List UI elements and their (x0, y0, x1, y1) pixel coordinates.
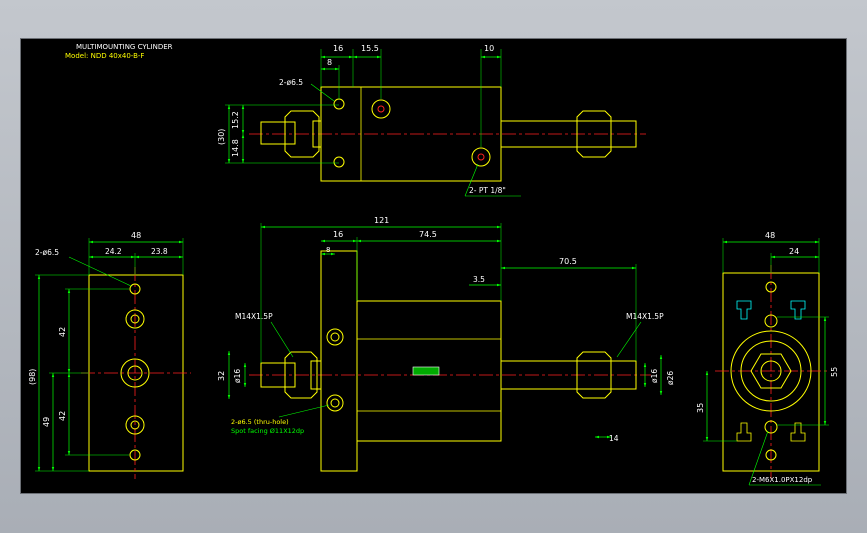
right-dim-55-text: 55 (830, 367, 839, 377)
top-port-label: 2- PT 1/8" (469, 186, 506, 195)
top-dim-8-text: 8 (327, 58, 332, 67)
front-hole-note: 2-ø6.5 (thru-hole) (231, 418, 289, 426)
top-hole-label: 2-ø6.5 (279, 78, 303, 87)
right-slot-bl (736, 422, 752, 442)
right-slot-tr (790, 300, 806, 320)
front-mount-hole-2 (326, 394, 344, 412)
top-dim-16-text: 16 (333, 44, 343, 53)
top-dim-14-8-text: 14.8 (231, 139, 240, 157)
left-view: 48 24.2 23.8 2-ø6.5 (98) 42 42 49 (28, 231, 191, 479)
front-dim-70-5-text: 70.5 (559, 257, 577, 266)
top-dim-15-5-text: 15.5 (361, 44, 379, 53)
front-dim-74-5-text: 74.5 (419, 230, 437, 239)
top-port-2 (471, 147, 491, 167)
front-thread-right: M14X1.5P (626, 312, 664, 321)
top-mount-hole-2 (333, 156, 345, 168)
front-thread-left-leader (270, 321, 294, 358)
left-dim-98-text: (98) (28, 369, 37, 385)
front-mount-hole-1-inner (330, 332, 340, 342)
left-dim-48-text: 48 (131, 231, 141, 240)
front-dim-32-text: 32 (217, 371, 226, 381)
front-mount-hole-1 (326, 328, 344, 346)
front-dim-d16-right-text: ø16 (650, 369, 659, 383)
top-rod-left (260, 121, 296, 145)
right-view: 48 24 55 35 2-M6X1.0PX12dp (696, 231, 839, 486)
front-view: 121 16 74.5 8 70.5 3.5 M14X1.5P M14X1.5P… (217, 216, 675, 472)
front-mount-hole-2-inner (330, 398, 340, 408)
right-dim-24-text: 24 (789, 247, 799, 256)
left-dim-24-2-text: 24.2 (105, 247, 122, 256)
front-dim-14-text: 14 (609, 434, 619, 443)
front-dim-121-text: 121 (374, 216, 389, 225)
front-dim-8-text: 8 (326, 246, 330, 254)
right-dim-48-text: 48 (765, 231, 775, 240)
front-label-plate (412, 366, 440, 376)
front-dim-3-5-text: 3.5 (473, 275, 485, 284)
right-tap-label: 2-M6X1.0PX12dp (752, 476, 813, 484)
right-slot-tl (736, 300, 752, 320)
top-dim-15-2-text: 15.2 (231, 111, 240, 129)
front-thread-left: M14X1.5P (235, 312, 273, 321)
right-slot-br (790, 422, 806, 442)
top-dim-10-text: 10 (484, 44, 494, 53)
top-mount-hole-1 (333, 98, 345, 110)
top-view: 16 15.5 10 8 2-ø6.5 2- PT 1/8" (30) 15.2… (217, 44, 646, 197)
cad-model-viewport[interactable]: MULTIMOUNTING CYLINDER Model: NDD 40x40-… (20, 38, 847, 494)
top-port-1-inner (377, 105, 385, 113)
drawing-model: Model: NDD 40x40-B-F (65, 52, 144, 60)
left-dim-23-8-text: 23.8 (151, 247, 168, 256)
top-port-1 (371, 99, 391, 119)
left-hole-label: 2-ø6.5 (35, 248, 59, 257)
left-dim-42b-text: 42 (58, 411, 67, 421)
top-port-2-inner (477, 153, 485, 161)
top-dim-30-text: (30) (217, 129, 226, 145)
right-dim-35-text: 35 (696, 403, 705, 413)
front-dim-16-text: 16 (333, 230, 343, 239)
front-flange (320, 250, 358, 472)
front-thread-right-leader (616, 321, 642, 358)
left-dim-49-text: 49 (42, 417, 51, 427)
front-dim-d16-left-text: ø16 (233, 369, 242, 383)
left-dim-42a-text: 42 (58, 327, 67, 337)
drawing-title: MULTIMOUNTING CYLINDER (76, 43, 173, 51)
front-spot-note: Spot facing Ø11X12dp (231, 427, 304, 435)
cad-drawing[interactable]: MULTIMOUNTING CYLINDER Model: NDD 40x40-… (21, 39, 848, 495)
front-dim-d26-text: ø26 (666, 371, 675, 385)
left-hole-leader (68, 256, 132, 287)
